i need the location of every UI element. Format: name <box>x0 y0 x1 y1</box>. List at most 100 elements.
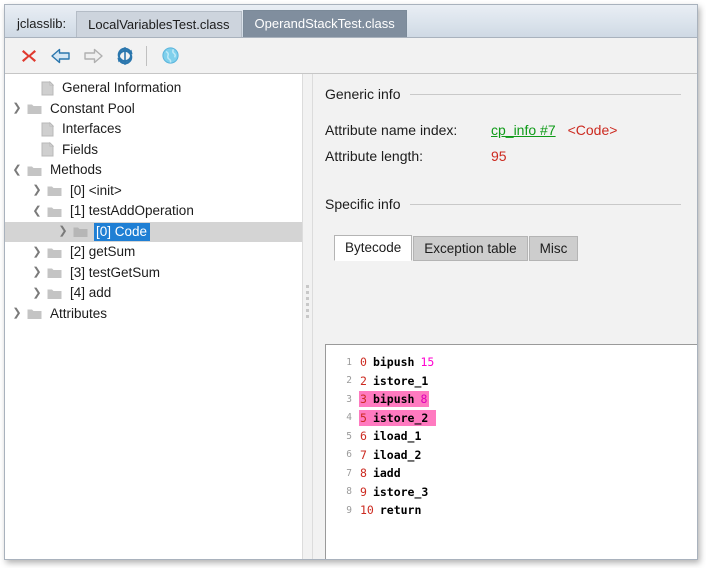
bytecode-instruction-highlighted[interactable]: 3bipush8 <box>359 391 429 407</box>
tab-exception-table[interactable]: Exception table <box>413 236 527 261</box>
tab-misc[interactable]: Misc <box>529 236 579 261</box>
bytecode-row[interactable]: 5 6iload_1 <box>326 427 697 446</box>
tree-node-general-information[interactable]: General Information <box>5 78 302 99</box>
tree-node-constant-pool[interactable]: ❯ Constant Pool <box>5 99 302 120</box>
bytecode-panel[interactable]: 1 0bipush15 2 2istore_1 3 3bipush8 4 5is… <box>325 344 697 559</box>
document-tab-label: LocalVariablesTest.class <box>88 18 229 31</box>
tab-label: Bytecode <box>345 241 401 255</box>
tree-node-method-test-add-operation[interactable]: ❮ [1] testAddOperation <box>5 201 302 222</box>
class-tree: General Information ❯ Constant Pool <box>5 74 302 324</box>
document-tab-local-variables[interactable]: LocalVariablesTest.class <box>76 11 241 37</box>
tab-label: Misc <box>540 242 568 256</box>
forward-button[interactable] <box>77 41 109 71</box>
folder-icon <box>47 266 62 279</box>
tree-node-label: Fields <box>60 141 101 160</box>
document-tab-strip: jclasslib: LocalVariablesTest.class Oper… <box>5 5 697 38</box>
tree-node-method-get-sum[interactable]: ❯ [2] getSum <box>5 242 302 263</box>
bytecode-row[interactable]: 1 0bipush15 <box>326 353 697 372</box>
reload-button[interactable] <box>109 41 141 71</box>
attribute-name-index-link[interactable]: cp_info #7 <box>491 122 556 138</box>
bytecode-instruction[interactable]: 6 iload_1 <box>359 428 429 444</box>
document-icon <box>41 142 54 157</box>
bytecode-instruction[interactable]: 2istore_1 <box>359 373 436 389</box>
close-button[interactable] <box>13 41 45 71</box>
bytecode-row[interactable]: 6 7iload_2 <box>326 446 697 465</box>
splitter-handle[interactable] <box>306 285 311 321</box>
chevron-down-icon[interactable]: ❮ <box>27 206 47 217</box>
bytecode-row[interactable]: 3 3bipush8 <box>326 390 697 409</box>
tree-node-interfaces[interactable]: Interfaces <box>5 119 302 140</box>
tree-node-method-test-get-sum[interactable]: ❯ [3] testGetSum <box>5 263 302 284</box>
chevron-right-icon[interactable]: ❯ <box>7 103 27 114</box>
tree-node-label: [4] add <box>68 284 114 303</box>
bytecode-offset: 5 <box>360 411 367 425</box>
bytecode-instruction[interactable]: 9istore_3 <box>359 484 436 500</box>
attribute-detail-pane: Generic info Attribute name index: cp_in… <box>313 74 697 559</box>
tree-node-methods[interactable]: ❮ Methods <box>5 160 302 181</box>
chevron-right-icon[interactable]: ❯ <box>53 226 73 237</box>
bytecode-operand: 8 <box>420 392 427 406</box>
tab-bytecode[interactable]: Bytecode <box>334 235 412 261</box>
tree-node-label: [1] testAddOperation <box>68 202 197 221</box>
chevron-right-icon[interactable]: ❯ <box>7 308 27 319</box>
browse-classpath-icon <box>161 46 180 65</box>
bytecode-list: 1 0bipush15 2 2istore_1 3 3bipush8 4 5is… <box>326 345 697 520</box>
line-number: 2 <box>326 375 359 386</box>
bytecode-mnemonic: bipush <box>373 392 415 406</box>
class-tree-pane[interactable]: General Information ❯ Constant Pool <box>5 74 302 559</box>
tree-node-label: Methods <box>48 161 105 180</box>
generic-info-title: Generic info <box>325 86 400 102</box>
folder-icon <box>27 102 42 115</box>
bytecode-instruction-highlighted[interactable]: 5istore_2 <box>359 410 436 426</box>
bytecode-instruction[interactable]: 7iload_2 <box>359 447 429 463</box>
attribute-name-index-label: Attribute name index: <box>325 122 491 138</box>
line-number: 9 <box>326 505 359 516</box>
tree-node-method-init[interactable]: ❯ [0] <init> <box>5 181 302 202</box>
bytecode-mnemonic: return <box>380 503 422 517</box>
bytecode-operand: 15 <box>420 355 434 369</box>
bytecode-row[interactable]: 7 8iadd <box>326 464 697 483</box>
tree-node-label: [3] testGetSum <box>68 264 163 283</box>
document-tab-operand-stack[interactable]: OperandStackTest.class <box>243 10 407 37</box>
browse-classpath-button[interactable] <box>154 41 186 71</box>
folder-icon <box>47 205 62 218</box>
tree-node-label: General Information <box>60 79 184 98</box>
tree-node-code-attribute[interactable]: ❯ [0] Code <box>5 222 302 243</box>
chevron-right-icon[interactable]: ❯ <box>27 288 47 299</box>
main-split-pane: General Information ❯ Constant Pool <box>5 74 697 559</box>
tree-node-attributes[interactable]: ❯ Attributes <box>5 304 302 325</box>
bytecode-row[interactable]: 2 2istore_1 <box>326 372 697 391</box>
chevron-right-icon[interactable]: ❯ <box>27 247 47 258</box>
bytecode-instruction[interactable]: 0bipush15 <box>359 354 436 370</box>
folder-icon <box>27 164 42 177</box>
chevron-right-icon[interactable]: ❯ <box>27 185 47 196</box>
bytecode-mnemonic: iadd <box>373 466 401 480</box>
bytecode-row[interactable]: 8 9istore_3 <box>326 483 697 502</box>
generic-info-header: Generic info <box>313 86 697 102</box>
folder-icon <box>27 307 42 320</box>
bytecode-mnemonic: istore_1 <box>373 374 428 388</box>
bytecode-instruction[interactable]: 10return <box>359 502 429 518</box>
specific-info-header: Specific info <box>313 196 697 212</box>
back-button[interactable] <box>45 41 77 71</box>
tree-node-fields[interactable]: Fields <box>5 140 302 161</box>
chevron-right-icon[interactable]: ❯ <box>27 267 47 278</box>
document-icon <box>41 122 54 137</box>
tree-node-label: Attributes <box>48 305 110 324</box>
bytecode-offset: 7 <box>360 448 367 462</box>
pane-splitter[interactable] <box>302 74 313 559</box>
document-tab-label: OperandStackTest.class <box>255 17 395 30</box>
bytecode-offset: 8 <box>360 466 367 480</box>
bytecode-offset: 6 <box>360 429 367 443</box>
bytecode-instruction[interactable]: 8 iadd <box>359 465 409 481</box>
reload-icon <box>115 46 135 66</box>
attribute-tab-bar: Bytecode Exception table Misc <box>313 234 697 261</box>
bytecode-mnemonic: iload_1 <box>373 429 421 443</box>
bytecode-row[interactable]: 4 5istore_2 <box>326 409 697 428</box>
chevron-down-icon[interactable]: ❮ <box>7 165 27 176</box>
line-number: 4 <box>326 412 359 423</box>
line-number: 6 <box>326 449 359 460</box>
bytecode-offset: 0 <box>360 355 367 369</box>
bytecode-row[interactable]: 9 10return <box>326 501 697 520</box>
tree-node-method-add[interactable]: ❯ [4] add <box>5 283 302 304</box>
